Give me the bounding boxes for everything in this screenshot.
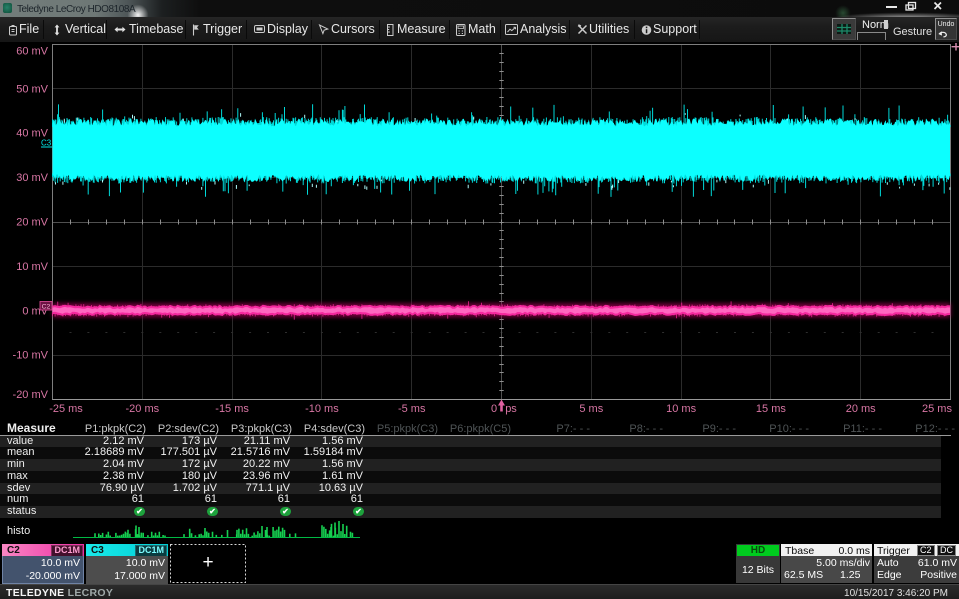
svg-text:10 ms: 10 ms [666, 403, 696, 415]
svg-text:30 mV: 30 mV [16, 172, 48, 184]
svg-text:15 ms: 15 ms [756, 403, 786, 415]
svg-text:-20 ms: -20 ms [125, 403, 159, 415]
svg-text:-15 ms: -15 ms [215, 403, 249, 415]
svg-text:50 mV: 50 mV [16, 83, 48, 95]
svg-text:C3: C3 [41, 139, 52, 148]
svg-text:5 ms: 5 ms [579, 403, 603, 415]
svg-text:-10 ms: -10 ms [305, 403, 339, 415]
svg-text:C2: C2 [42, 303, 51, 310]
svg-text:-25 ms: -25 ms [49, 403, 83, 415]
svg-text:-5 ms: -5 ms [398, 403, 426, 415]
svg-text:0: 0 [491, 403, 497, 415]
svg-text:20 mV: 20 mV [16, 217, 48, 229]
svg-text:10 mV: 10 mV [16, 261, 48, 273]
svg-text:-20 mV: -20 mV [13, 389, 49, 401]
svg-text:25 ms: 25 ms [922, 403, 952, 415]
svg-text:ps: ps [505, 403, 517, 415]
svg-text:60 mV: 60 mV [16, 46, 48, 58]
svg-text:20 ms: 20 ms [846, 403, 876, 415]
svg-text:-10 mV: -10 mV [13, 350, 49, 362]
